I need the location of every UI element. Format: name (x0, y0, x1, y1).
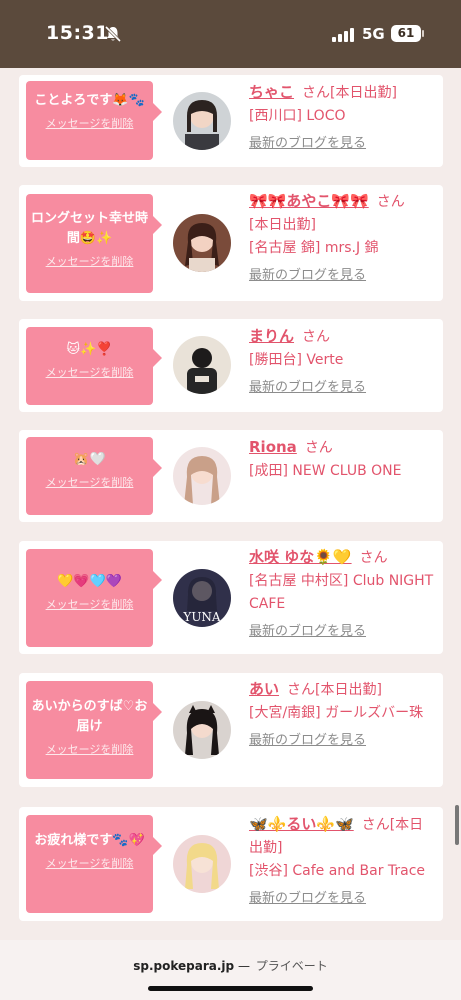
status-time: 15:31 (46, 22, 109, 44)
honorific: さん (361, 817, 390, 833)
svg-text:YUNA: YUNA (182, 610, 221, 624)
shop-name: [成田] NEW CLUB ONE (249, 463, 402, 479)
cast-info: Riona さん [成田] NEW CLUB ONE (249, 436, 437, 483)
url-separator: — (237, 959, 250, 973)
delete-message-link[interactable]: メッセージを削除 (46, 253, 134, 269)
status-bar: 15:31 5G 61 (0, 0, 461, 68)
latest-blog-link[interactable]: 最新のブログを見る (249, 132, 437, 155)
message-bubble: 💛💗🩵💜 メッセージを削除 (26, 549, 162, 647)
shop-name: [名古屋 錦] mrs.J 錦 (249, 240, 379, 256)
latest-blog-link[interactable]: 最新のブログを見る (249, 729, 437, 752)
cast-info: 水咲 ゆな🌻💛 さん [名古屋 中村区] Club NIGHT CAFE 最新のブ… (249, 546, 437, 643)
honorific: さん (304, 440, 333, 456)
message-text: お疲れ様です🐾💖 (34, 833, 145, 848)
avatar[interactable] (173, 92, 231, 150)
honorific: さん (376, 194, 405, 210)
avatar[interactable] (173, 447, 231, 505)
message-bubble: 🐱✨❣️ メッセージを削除 (26, 327, 162, 405)
work-status: [本日出勤] (330, 85, 397, 101)
favorites-feed[interactable]: ことよろです🦊🐾 メッセージを削除 ちゃこ さん[本日出勤] [西川口] LOCO… (0, 68, 461, 940)
cast-name-link[interactable]: 🦋⚜️るい⚜️🦋 (249, 815, 354, 833)
avatar[interactable] (173, 336, 231, 394)
delete-message-link[interactable]: メッセージを削除 (46, 364, 134, 380)
message-text: ことよろです🦊🐾 (34, 93, 145, 108)
shop-name: [勝田台] Verte (249, 352, 344, 368)
cast-card: ロングセット幸せ時間🤩✨ メッセージを削除 🎀🎀あやこ🎀🎀 さん [本日出勤] [… (19, 185, 443, 301)
honorific: さん (359, 550, 388, 566)
cast-info: あい さん[本日出勤] [大宮/南銀] ガールズバー珠 最新のブログを見る (249, 678, 437, 752)
cast-name-link[interactable]: あい (249, 680, 279, 698)
delete-message-link[interactable]: メッセージを削除 (46, 115, 134, 131)
shop-name: [西川口] LOCO (249, 108, 346, 124)
message-bubble: ロングセット幸せ時間🤩✨ メッセージを削除 (26, 194, 162, 293)
delete-message-link[interactable]: メッセージを削除 (46, 596, 134, 612)
signal-icon (332, 28, 354, 42)
avatar[interactable]: YUNA (173, 569, 231, 627)
cast-name-link[interactable]: Riona (249, 438, 297, 456)
honorific: さん (302, 329, 331, 345)
delete-message-link[interactable]: メッセージを削除 (46, 855, 134, 871)
work-status: [本日出勤] (315, 682, 382, 698)
message-text: ロングセット幸せ時間🤩✨ (30, 211, 148, 246)
cast-info: まりん さん [勝田台] Verte 最新のブログを見る (249, 325, 437, 399)
cast-name-link[interactable]: 🎀🎀あやこ🎀🎀 (249, 192, 369, 210)
browser-address-bar[interactable]: sp.pokepara.jp — プライベート (0, 940, 461, 1000)
cast-name-link[interactable]: まりん (249, 327, 294, 345)
latest-blog-link[interactable]: 最新のブログを見る (249, 264, 437, 287)
url-display[interactable]: sp.pokepara.jp — プライベート (0, 957, 461, 974)
shop-name: [渋谷] Cafe and Bar Trace (249, 863, 426, 879)
latest-blog-link[interactable]: 最新のブログを見る (249, 376, 437, 399)
cast-card: 💛💗🩵💜 メッセージを削除 YUNA 水咲 ゆな🌻💛 さん [名古屋 中村区] C… (19, 541, 443, 654)
avatar[interactable] (173, 835, 231, 893)
cast-card: 🐱✨❣️ メッセージを削除 まりん さん [勝田台] Verte 最新のブログを見… (19, 319, 443, 412)
message-bubble: 🐹🤍 メッセージを削除 (26, 437, 162, 515)
delete-message-link[interactable]: メッセージを削除 (46, 741, 134, 757)
cast-card: あいからのすば♡お届け メッセージを削除 あい さん[本日出勤] [大宮/南銀] … (19, 673, 443, 787)
cast-info: 🎀🎀あやこ🎀🎀 さん [本日出勤] [名古屋 錦] mrs.J 錦 最新のブログを… (249, 190, 437, 287)
message-bubble: ことよろです🦊🐾 メッセージを削除 (26, 81, 162, 160)
honorific: さん (302, 85, 331, 101)
network-label: 5G (362, 25, 385, 43)
cast-card: お疲れ様です🐾💖 メッセージを削除 🦋⚜️るい⚜️🦋 さん[本日出勤] [渋谷] … (19, 807, 443, 921)
delete-message-link[interactable]: メッセージを削除 (46, 474, 134, 490)
private-mode-label: プライベート (255, 959, 328, 973)
work-status: [本日出勤] (249, 217, 316, 233)
home-indicator[interactable] (148, 986, 313, 991)
cast-info: ちゃこ さん[本日出勤] [西川口] LOCO 最新のブログを見る (249, 81, 437, 155)
cast-card: ことよろです🦊🐾 メッセージを削除 ちゃこ さん[本日出勤] [西川口] LOCO… (19, 75, 443, 167)
cast-card: 🐹🤍 メッセージを削除 Riona さん [成田] NEW CLUB ONE (19, 430, 443, 522)
latest-blog-link[interactable]: 最新のブログを見る (249, 620, 437, 643)
latest-blog-link[interactable]: 最新のブログを見る (249, 887, 437, 910)
shop-name: [名古屋 中村区] Club NIGHT CAFE (249, 573, 434, 612)
avatar[interactable] (173, 701, 231, 759)
battery-tip (422, 30, 424, 37)
message-bubble: お疲れ様です🐾💖 メッセージを削除 (26, 815, 162, 913)
honorific: さん (287, 682, 316, 698)
cast-name-link[interactable]: 水咲 ゆな🌻💛 (249, 548, 352, 566)
message-text: 💛💗🩵💜 (57, 574, 122, 589)
message-bubble: あいからのすば♡お届け メッセージを削除 (26, 681, 162, 779)
message-text: あいからのすば♡お届け (31, 699, 148, 734)
url-host: sp.pokepara.jp (133, 959, 235, 973)
battery-icon: 61 (391, 25, 421, 42)
cast-info: 🦋⚜️るい⚜️🦋 さん[本日出勤] [渋谷] Cafe and Bar Trace… (249, 813, 437, 910)
scrollbar[interactable] (455, 805, 459, 845)
bell-slash-icon (104, 25, 122, 43)
shop-name: [大宮/南銀] ガールズバー珠 (249, 705, 424, 721)
message-text: 🐱✨❣️ (66, 342, 113, 357)
cast-name-link[interactable]: ちゃこ (249, 83, 294, 101)
avatar[interactable] (173, 214, 231, 272)
message-text: 🐹🤍 (73, 452, 106, 467)
